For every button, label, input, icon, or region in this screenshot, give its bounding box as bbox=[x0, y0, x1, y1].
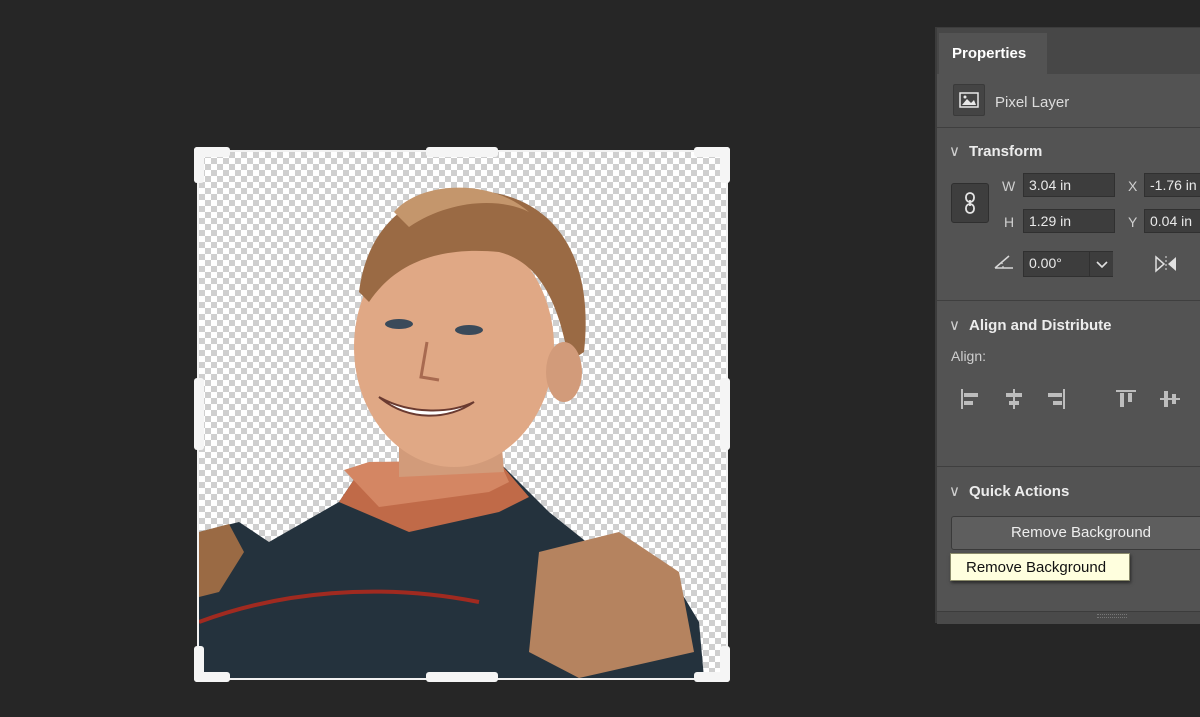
quick-actions-title: Quick Actions bbox=[969, 483, 1070, 500]
quick-actions-section-header[interactable]: ∨ Quick Actions bbox=[949, 482, 1069, 500]
cutout-subject-image bbox=[199, 187, 704, 678]
height-label: H bbox=[1004, 214, 1015, 230]
layer-type-label: Pixel Layer bbox=[995, 94, 1070, 111]
chevron-down-icon: ∨ bbox=[949, 483, 960, 500]
width-field[interactable]: 3.04 in bbox=[1023, 173, 1115, 197]
handle-top-center[interactable] bbox=[426, 147, 498, 157]
pixel-layer-icon bbox=[953, 84, 985, 116]
flip-horizontal-icon[interactable] bbox=[1153, 254, 1179, 279]
align-left-icon[interactable] bbox=[959, 388, 981, 410]
angle-dropdown-button[interactable] bbox=[1089, 252, 1113, 276]
align-section-header[interactable]: ∨ Align and Distribute bbox=[949, 316, 1112, 334]
height-field[interactable]: 1.29 in bbox=[1023, 209, 1115, 233]
y-field[interactable]: 0.04 in bbox=[1144, 209, 1200, 233]
remove-background-tooltip: Remove Background bbox=[950, 553, 1130, 581]
align-title: Align and Distribute bbox=[969, 317, 1112, 334]
transform-title: Transform bbox=[969, 143, 1043, 160]
remove-background-button[interactable]: Remove Background bbox=[951, 516, 1200, 550]
chevron-down-icon bbox=[1096, 261, 1108, 269]
pixel-layer-image[interactable] bbox=[199, 152, 726, 678]
align-label: Align: bbox=[951, 348, 987, 364]
handle-middle-right[interactable] bbox=[720, 378, 730, 450]
handle-bottom-left-v[interactable] bbox=[194, 646, 204, 682]
panel-resize-grip[interactable] bbox=[1097, 614, 1127, 618]
divider bbox=[937, 300, 1200, 301]
panel-footer bbox=[937, 611, 1200, 624]
panel-tab-bar: Properties bbox=[937, 28, 1200, 74]
handle-middle-left[interactable] bbox=[194, 378, 204, 450]
chevron-down-icon: ∨ bbox=[949, 143, 960, 160]
x-field[interactable]: -1.76 in bbox=[1144, 173, 1200, 197]
handle-bottom-center[interactable] bbox=[426, 672, 498, 682]
layer-type-row: Pixel Layer bbox=[937, 74, 1200, 128]
transform-section-header[interactable]: ∨ Transform bbox=[949, 142, 1042, 160]
align-right-icon[interactable] bbox=[1045, 388, 1067, 410]
x-label: X bbox=[1128, 178, 1138, 194]
handle-top-right-v[interactable] bbox=[720, 147, 730, 183]
properties-panel: Properties Pixel Layer ∨ Transform W 3.04… bbox=[935, 27, 1200, 624]
link-icon[interactable] bbox=[951, 183, 989, 223]
y-label: Y bbox=[1128, 214, 1138, 230]
width-label: W bbox=[1002, 178, 1016, 194]
handle-top-left-v[interactable] bbox=[194, 147, 204, 183]
handle-bottom-right-v[interactable] bbox=[720, 646, 730, 682]
divider bbox=[937, 466, 1200, 467]
tab-properties[interactable]: Properties bbox=[939, 33, 1047, 74]
align-center-icon[interactable] bbox=[1003, 388, 1025, 410]
document-canvas[interactable] bbox=[0, 0, 935, 717]
angle-icon bbox=[993, 254, 1015, 275]
align-top-icon[interactable] bbox=[1115, 388, 1137, 410]
chevron-down-icon: ∨ bbox=[949, 317, 960, 334]
align-middle-icon[interactable] bbox=[1159, 388, 1181, 410]
